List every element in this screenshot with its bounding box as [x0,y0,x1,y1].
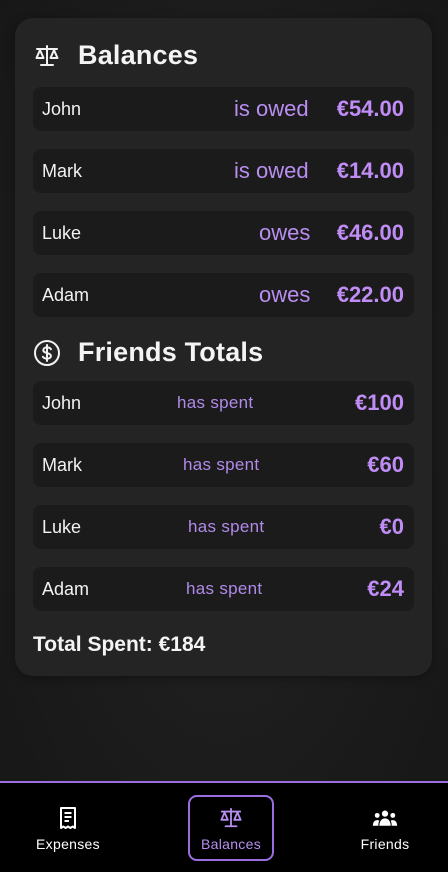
balance-name: Mark [42,161,82,181]
friends-totals-title: Friends Totals [78,337,264,367]
balance-row: Luke owes €46.00 [33,211,414,255]
balances-title: Balances [78,40,199,70]
balance-status: is owed [234,96,309,121]
scale-icon [218,805,244,831]
balances-header: Balances [33,40,198,71]
friend-total-row: John has spent €100 [33,381,414,425]
total-spent: Total Spent: €184 [33,633,206,656]
friend-name: Adam [42,579,90,599]
friend-name: Mark [42,455,82,475]
friend-total-row: Luke has spent €0 [33,505,414,549]
balance-status: owes [259,282,311,307]
friends-totals-header: Friends Totals [33,337,263,368]
balances-card: Balances John is owed €54.00 Mark is owe… [15,18,432,676]
balance-row: John is owed €54.00 [33,87,414,131]
friend-name: John [42,393,82,413]
bottom-nav: Expenses Balances Friends [0,781,448,872]
receipt-icon [55,805,81,831]
nav-balances-label: Balances [201,835,261,852]
friend-spent-label: has spent [183,455,260,474]
balance-row: Adam owes €22.00 [33,273,414,317]
balance-name: John [42,99,82,119]
nav-friends-tab[interactable]: Friends [342,795,428,861]
balance-name: Adam [42,285,90,305]
nav-expenses-tab[interactable]: Expenses [25,795,111,861]
nav-balances-tab[interactable]: Balances [188,795,274,861]
balance-name: Luke [42,223,82,243]
group-icon [372,805,398,831]
dollar-circle-icon [33,339,61,367]
balance-amount: €14.00 [336,158,404,183]
balance-amount: €22.00 [336,282,404,307]
friend-spent-label: has spent [188,517,265,536]
nav-expenses-label: Expenses [36,835,100,852]
balance-amount: €54.00 [336,96,404,121]
friend-spent-amount: €60 [367,452,404,477]
nav-friends-label: Friends [360,835,410,852]
balance-row: Mark is owed €14.00 [33,149,414,193]
balance-status: is owed [234,158,309,183]
friend-name: Luke [42,517,82,537]
balance-amount: €46.00 [336,220,404,245]
friend-spent-amount: €24 [367,576,404,601]
friend-total-row: Adam has spent €24 [33,567,414,611]
balance-status: owes [259,220,311,245]
friend-spent-label: has spent [177,393,254,412]
friend-spent-amount: €100 [355,390,404,415]
friend-total-row: Mark has spent €60 [33,443,414,487]
friend-spent-label: has spent [186,579,263,598]
scale-icon [33,42,61,70]
friend-spent-amount: €0 [379,514,404,539]
